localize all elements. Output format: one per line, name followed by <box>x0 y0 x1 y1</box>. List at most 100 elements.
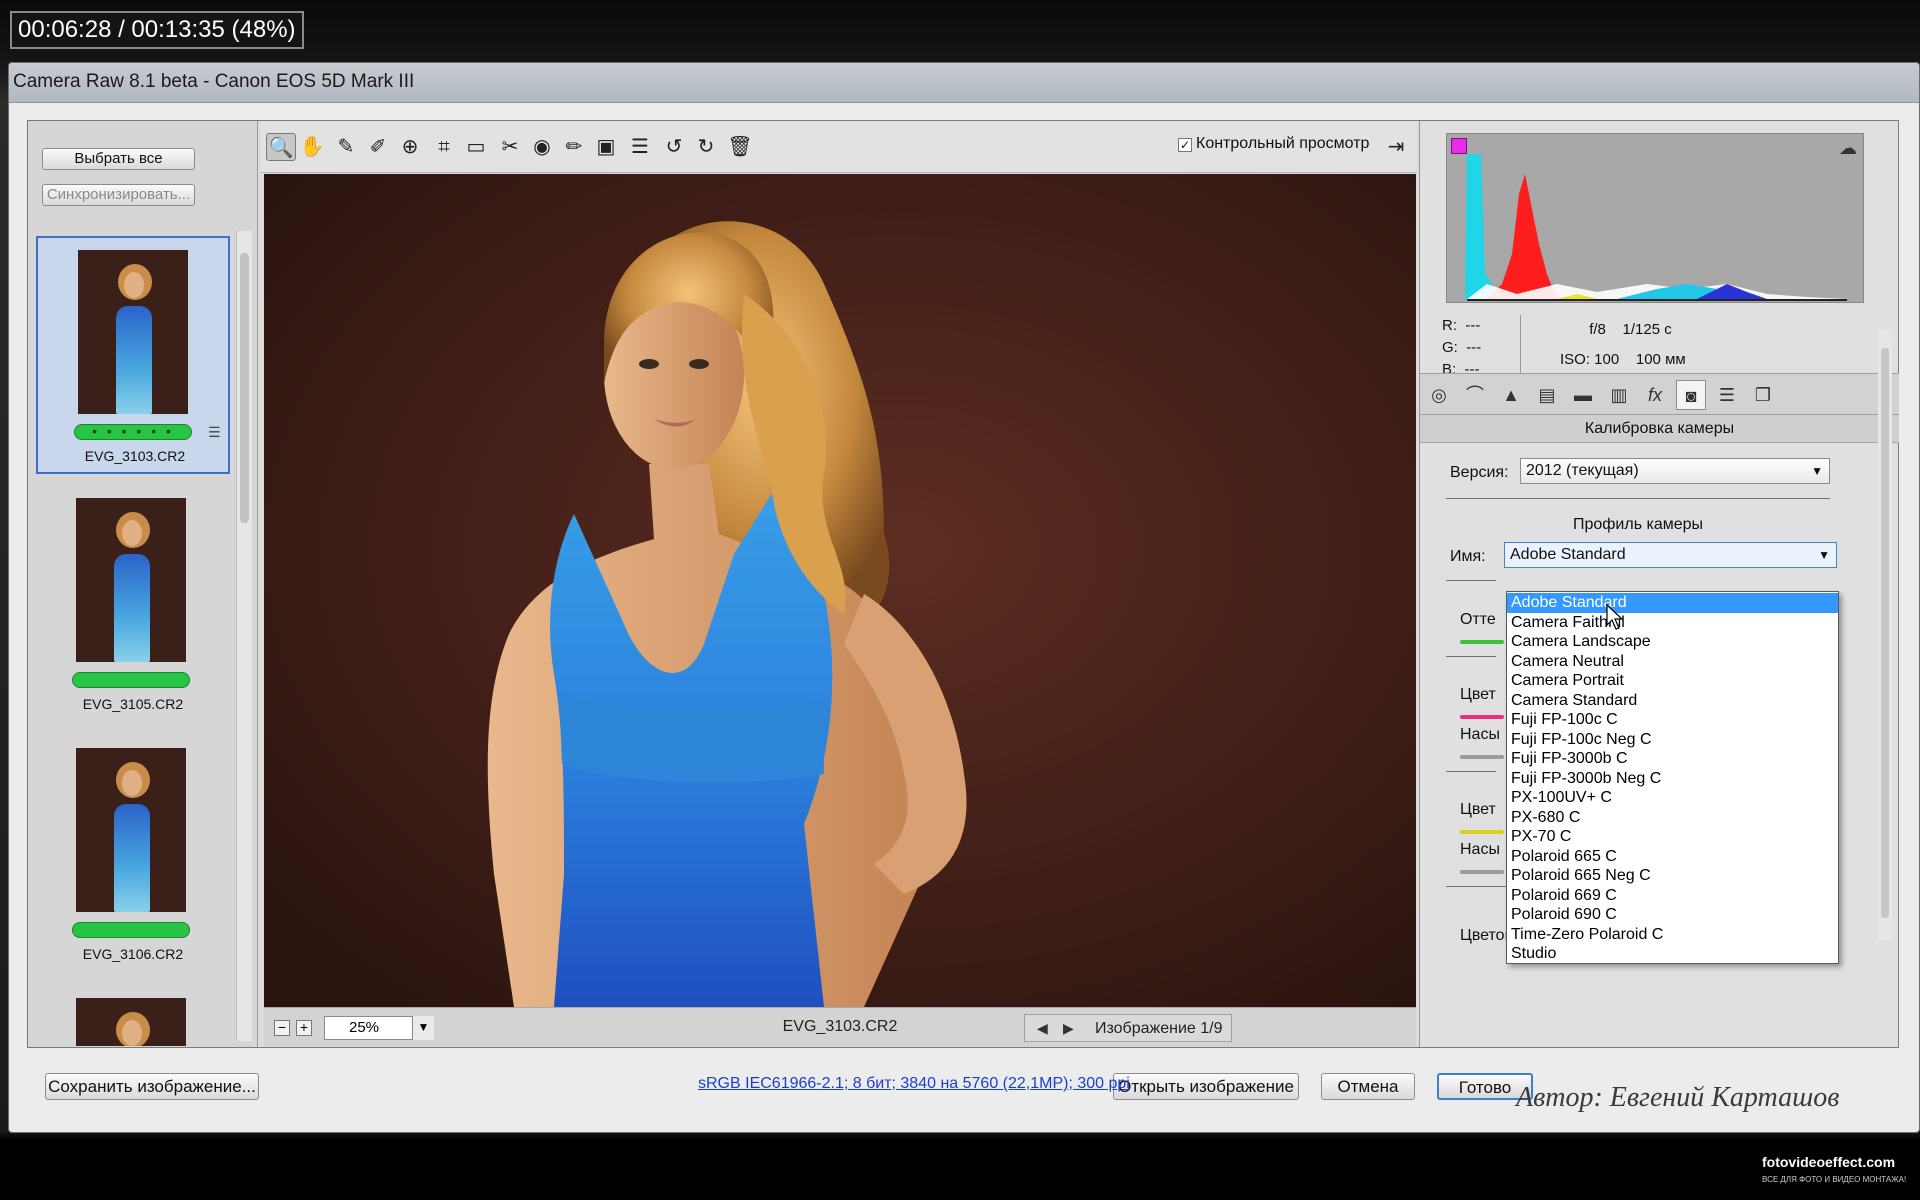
thumbnail-item[interactable]: • • • • • • ☰ EVG_3103.CR2 <box>36 236 230 474</box>
tab-snapshots-icon[interactable]: ❐ <box>1748 380 1778 410</box>
color-label-bar[interactable] <box>72 672 190 688</box>
panel-scrollbar[interactable] <box>1878 330 1892 940</box>
targeted-adjustment-icon[interactable]: ⊕ <box>395 133 425 161</box>
tab-presets-icon[interactable]: ☰ <box>1712 380 1742 410</box>
tab-tone-curve-icon[interactable]: ⌒ <box>1460 380 1490 410</box>
profile-option[interactable]: Fuji FP-100c C <box>1507 710 1838 730</box>
fullscreen-toggle-icon[interactable]: ⇥ <box>1381 133 1411 161</box>
red-saturation-slider[interactable] <box>1460 755 1504 759</box>
thumbnail-list: • • • • • • ☰ EVG_3103.CR2 EVG_3105.CR2 <box>34 236 234 1046</box>
hand-icon[interactable]: ✋ <box>297 133 327 161</box>
profile-option[interactable]: Studio <box>1507 944 1838 964</box>
histogram-graph <box>1447 134 1863 302</box>
image-navigator: ◀ ▶ Изображение 1/9 <box>1024 1014 1232 1042</box>
thumbnail-item[interactable]: EVG_3105.CR2 <box>36 486 230 724</box>
thumbnail-image <box>76 498 186 662</box>
profile-option[interactable]: PX-70 C <box>1507 827 1838 847</box>
profile-option[interactable]: Polaroid 669 C <box>1507 886 1838 906</box>
shadows-tint-slider[interactable] <box>1460 640 1504 644</box>
trash-icon[interactable]: 🗑 <box>725 133 755 161</box>
image-preview[interactable] <box>264 174 1416 1007</box>
color-label-bar[interactable] <box>72 922 190 938</box>
thumbnail-image <box>78 250 188 414</box>
profile-option[interactable]: Camera Faithful <box>1507 613 1838 633</box>
synchronize-button[interactable]: Синхронизировать... <box>42 184 195 206</box>
tab-camera-calibration-icon[interactable]: ◙ <box>1676 380 1706 410</box>
checkbox-check-icon[interactable]: ✓ <box>1178 138 1192 152</box>
thumbnail-filename: EVG_3103.CR2 <box>84 448 186 464</box>
shutter-value: 1/125 с <box>1622 321 1672 338</box>
cancel-button[interactable]: Отмена <box>1321 1073 1415 1100</box>
tab-lens-icon[interactable]: ▥ <box>1604 380 1634 410</box>
next-image-icon[interactable]: ▶ <box>1063 1020 1074 1037</box>
green-saturation-label: Насы <box>1460 841 1500 858</box>
graduated-filter-icon[interactable]: ▣ <box>591 133 621 161</box>
straighten-icon[interactable]: ▭ <box>461 133 491 161</box>
profile-option[interactable]: Camera Standard <box>1507 691 1838 711</box>
thumbnail-item[interactable] <box>36 986 230 1046</box>
rotate-right-icon[interactable]: ↻ <box>691 133 721 161</box>
profile-option[interactable]: Time-Zero Polaroid C <box>1507 925 1838 945</box>
profile-option[interactable]: Adobe Standard <box>1507 593 1838 613</box>
rotate-left-icon[interactable]: ↺ <box>659 133 689 161</box>
toolbar: 🔍 ✋ ✎ ✐ ⊕ ⌗ ▭ ✂ ◉ ✏ ▣ ☰ ↺ ↻ 🗑 ✓ Контрольн… <box>261 121 1417 173</box>
tab-detail-icon[interactable]: ▲ <box>1496 380 1526 410</box>
profile-option[interactable]: PX-680 C <box>1507 808 1838 828</box>
white-balance-icon[interactable]: ✎ <box>331 133 361 161</box>
preview-checkbox[interactable]: ✓ Контрольный просмотр <box>1178 135 1369 153</box>
tab-basic-icon[interactable]: ◎ <box>1424 380 1454 410</box>
previous-image-icon[interactable]: ◀ <box>1037 1020 1048 1037</box>
thumbnail-item[interactable]: EVG_3106.CR2 <box>36 736 230 974</box>
divider <box>1446 498 1830 499</box>
crop-icon[interactable]: ⌗ <box>429 133 459 161</box>
preferences-icon[interactable]: ☰ <box>625 133 655 161</box>
r-value: --- <box>1465 317 1481 334</box>
version-label: Версия: <box>1450 464 1509 481</box>
filmstrip-scrollbar[interactable] <box>236 231 252 1041</box>
red-eye-icon[interactable]: ◉ <box>527 133 557 161</box>
adjustment-brush-icon[interactable]: ✏ <box>559 133 589 161</box>
workflow-options-link[interactable]: sRGB IEC61966-2.1; 8 бит; 3840 на 5760 (… <box>698 1075 1130 1093</box>
panel-title: Калибровка камеры <box>1420 415 1899 443</box>
green-hue-label: Цвет <box>1460 801 1496 818</box>
profile-option[interactable]: PX-100UV+ C <box>1507 788 1838 808</box>
preview-status-bar: − + 25% ▼ EVG_3103.CR2 ◀ ▶ Изображение 1… <box>264 1007 1416 1047</box>
spot-removal-icon[interactable]: ✂ <box>495 133 525 161</box>
tab-split-toning-icon[interactable]: ▬ <box>1568 380 1598 410</box>
shadow-clipping-icon[interactable] <box>1451 138 1467 154</box>
profile-option[interactable]: Polaroid 690 C <box>1507 905 1838 925</box>
green-saturation-slider[interactable] <box>1460 870 1504 874</box>
profile-option[interactable]: Fuji FP-100c Neg C <box>1507 730 1838 750</box>
profile-option[interactable]: Polaroid 665 Neg C <box>1507 866 1838 886</box>
zoom-icon[interactable]: 🔍 <box>266 133 296 161</box>
profile-option[interactable]: Fuji FP-3000b C <box>1507 749 1838 769</box>
scrollbar-thumb[interactable] <box>240 253 249 523</box>
g-value: --- <box>1466 339 1482 356</box>
select-all-button[interactable]: Выбрать все <box>42 148 195 170</box>
profile-option[interactable]: Camera Neutral <box>1507 652 1838 672</box>
mouse-cursor-icon <box>1606 604 1624 630</box>
chevron-down-icon: ▼ <box>1818 548 1830 562</box>
tab-hsl-icon[interactable]: ▤ <box>1532 380 1562 410</box>
process-version-select[interactable]: 2012 (текущая) ▼ <box>1520 458 1830 484</box>
camera-profile-select[interactable]: Adobe Standard ▼ <box>1504 542 1837 568</box>
r-label: R: <box>1442 317 1457 334</box>
highlight-clipping-icon[interactable]: ☁ <box>1839 138 1857 159</box>
green-hue-slider[interactable] <box>1460 830 1504 834</box>
tab-effects-icon[interactable]: fx <box>1640 380 1670 410</box>
profile-option[interactable]: Fuji FP-3000b Neg C <box>1507 769 1838 789</box>
thumbnail-filename: EVG_3106.CR2 <box>82 946 184 962</box>
name-label: Имя: <box>1450 548 1486 565</box>
divider <box>1446 771 1496 772</box>
exif-info: f/8 1/125 с ISO: 100 100 мм <box>1520 315 1686 385</box>
open-image-button[interactable]: Открыть изображение <box>1113 1073 1299 1100</box>
profile-option[interactable]: Camera Portrait <box>1507 671 1838 691</box>
red-saturation-label: Насы <box>1460 726 1500 743</box>
color-label-bar[interactable]: • • • • • • <box>74 424 192 440</box>
profile-option[interactable]: Camera Landscape <box>1507 632 1838 652</box>
save-image-button[interactable]: Сохранить изображение... <box>45 1073 259 1100</box>
red-hue-slider[interactable] <box>1460 715 1504 719</box>
brand-watermark: fotovideoeffect.com <box>1762 1154 1896 1170</box>
profile-option[interactable]: Polaroid 665 C <box>1507 847 1838 867</box>
color-sampler-icon[interactable]: ✐ <box>363 133 393 161</box>
